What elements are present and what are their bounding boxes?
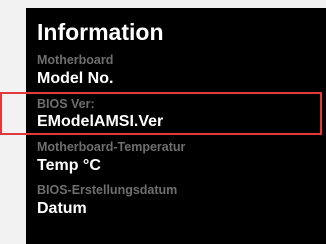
- bios-build-date-value: Datum: [37, 200, 87, 217]
- motherboard-value: Model No.: [37, 70, 114, 87]
- panel-title: Information: [37, 19, 164, 45]
- information-panel: Information Motherboard Model No. BIOS V…: [26, 8, 326, 244]
- bios-version-value: EModelAMSI.Ver: [37, 113, 164, 130]
- motherboard-temperature-value: Temp °C: [37, 157, 101, 174]
- motherboard-temperature-label: Motherboard-Temperatur: [37, 140, 186, 154]
- motherboard-label: Motherboard: [37, 53, 114, 67]
- bios-build-date-label: BIOS-Erstellungsdatum: [37, 183, 178, 197]
- bios-version-label: BIOS Ver:: [37, 97, 95, 111]
